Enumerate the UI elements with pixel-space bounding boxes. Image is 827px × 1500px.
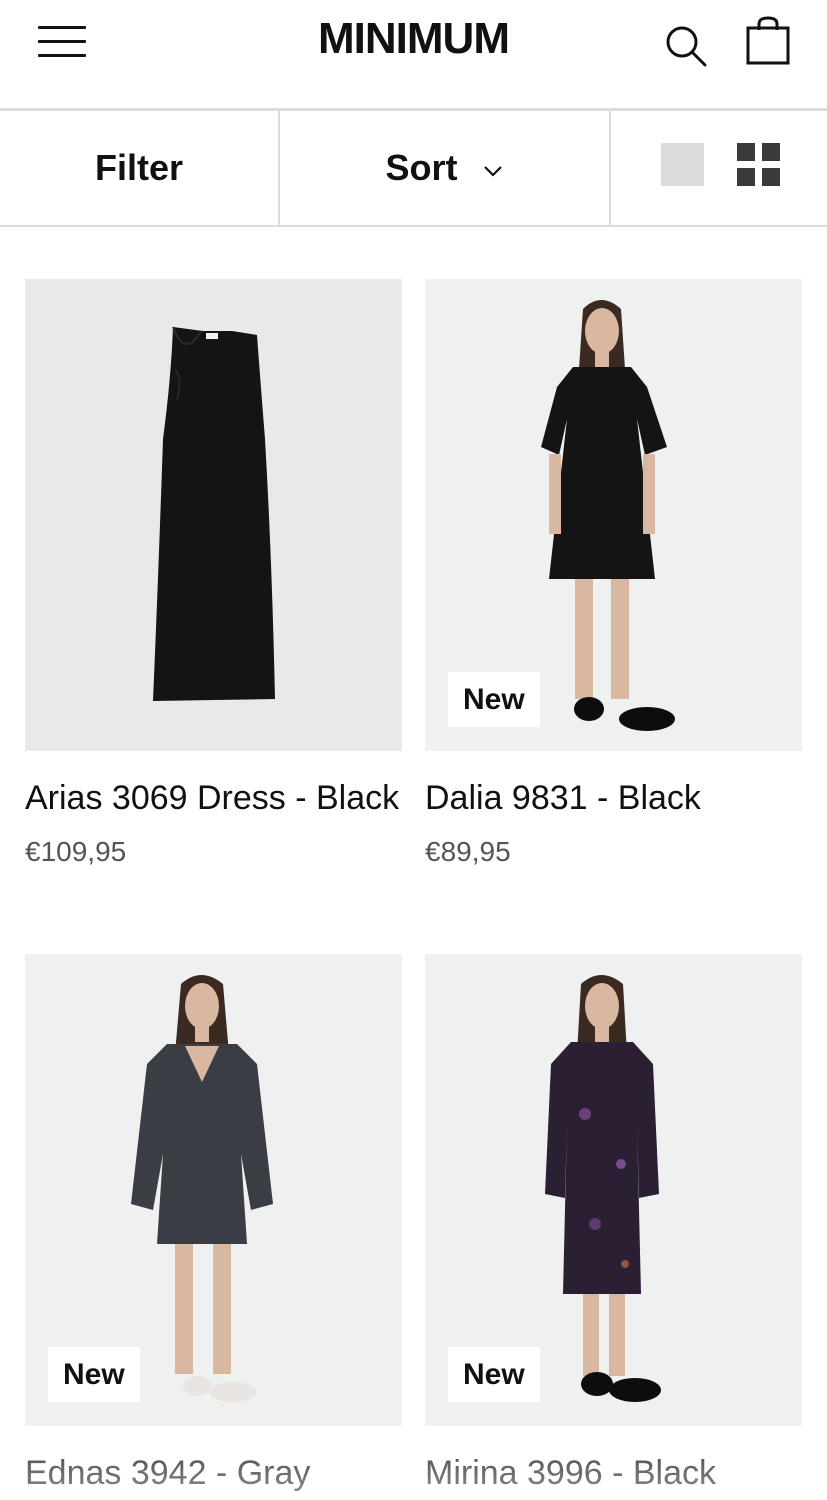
view-switcher xyxy=(611,111,827,225)
new-badge: New xyxy=(448,672,540,727)
site-header: MINIMUM xyxy=(0,0,827,111)
sort-label: Sort xyxy=(385,147,458,188)
filter-button[interactable]: Filter xyxy=(0,111,280,225)
new-badge: New xyxy=(448,1347,540,1402)
product-name[interactable]: Mirina 3996 - Black xyxy=(425,1451,716,1495)
listing-toolbar: Filter Sort xyxy=(0,111,827,227)
chevron-down-icon xyxy=(483,166,502,177)
product-image[interactable] xyxy=(25,279,402,751)
product-price: €109,95 xyxy=(25,836,127,867)
product-name[interactable]: Arias 3069 Dress - Black xyxy=(25,776,399,820)
new-badge: New xyxy=(48,1347,140,1402)
product-name[interactable]: Dalia 9831 - Black xyxy=(425,776,701,820)
grid-view-icon[interactable] xyxy=(737,143,780,186)
search-icon[interactable] xyxy=(664,24,708,68)
product-name[interactable]: Ednas 3942 - Gray xyxy=(25,1451,310,1495)
product-image[interactable]: New xyxy=(25,954,402,1426)
shopping-bag-icon[interactable] xyxy=(746,16,790,66)
product-image[interactable]: New xyxy=(425,279,802,751)
dress-image xyxy=(153,326,275,701)
product-price: €89,95 xyxy=(425,836,511,867)
sort-button[interactable]: Sort xyxy=(280,111,611,225)
single-view-icon[interactable] xyxy=(661,143,704,186)
filter-label: Filter xyxy=(94,147,183,188)
product-image[interactable]: New xyxy=(425,954,802,1426)
